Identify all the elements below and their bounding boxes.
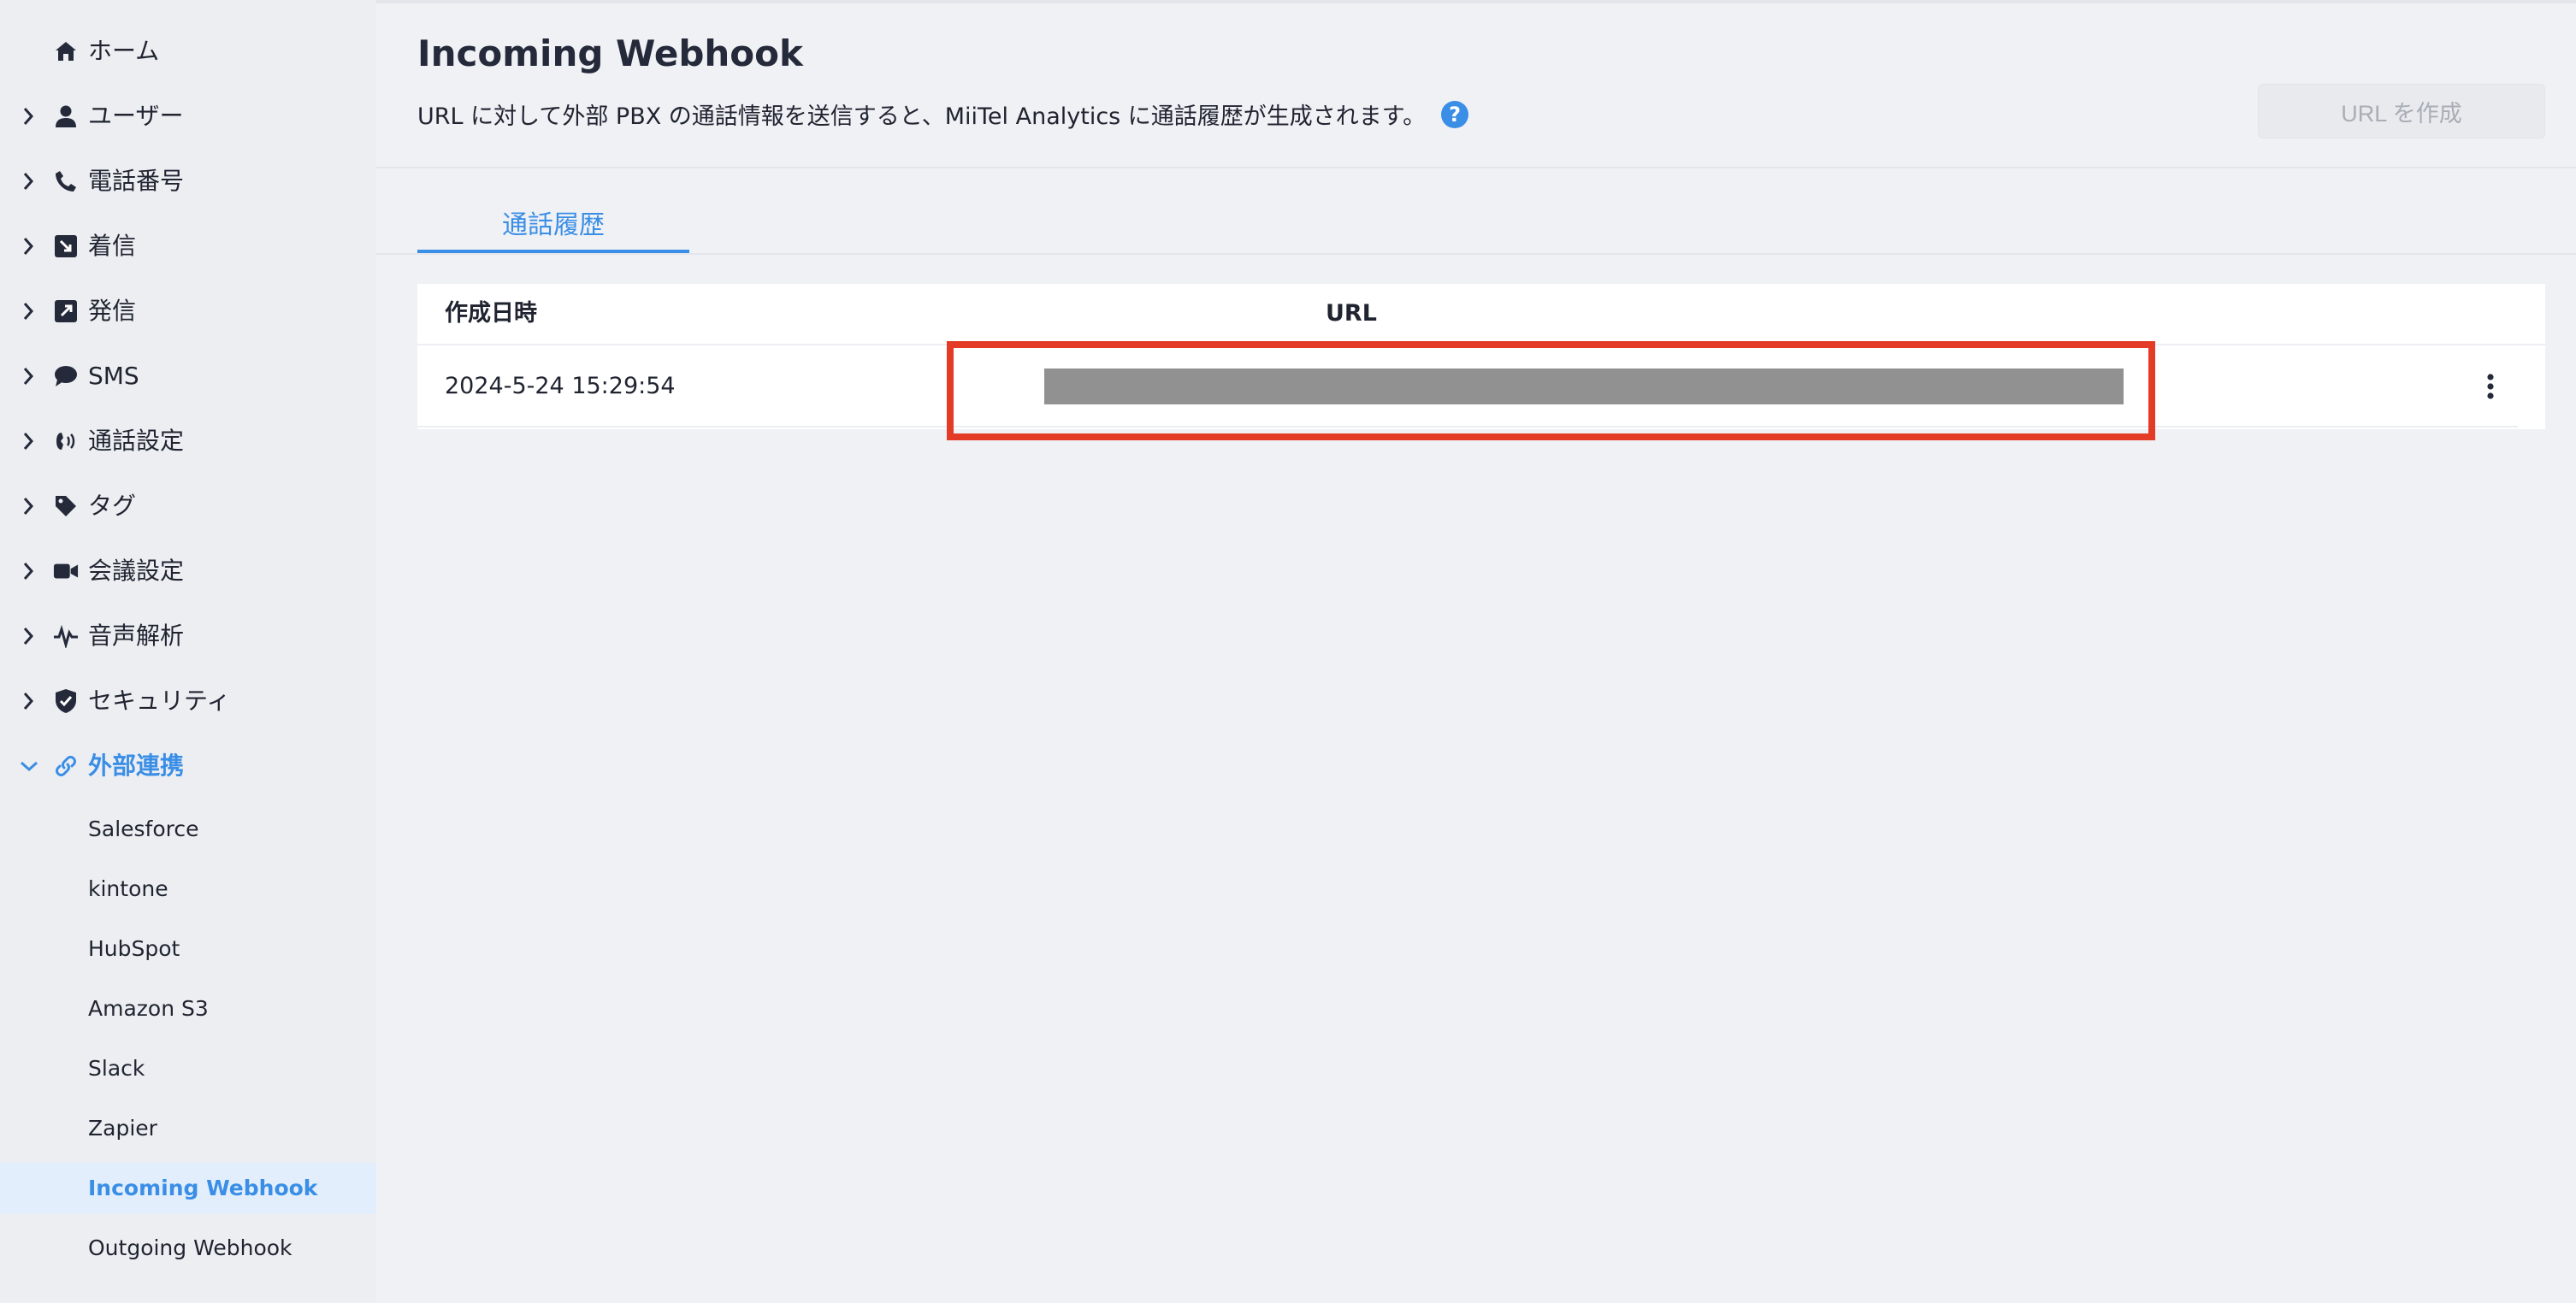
sidebar-item-meeting-settings[interactable]: 会議設定: [0, 544, 376, 598]
shield-icon: [53, 687, 79, 715]
video-camera-icon: [53, 557, 79, 585]
sidebar-subitem-incoming-webhook[interactable]: Incoming Webhook: [0, 1163, 376, 1214]
sidebar-item-outgoing[interactable]: 発信: [0, 284, 376, 339]
sidebar-subitem-label: Slack: [88, 1056, 145, 1081]
sidebar-item-users[interactable]: ユーザー: [0, 89, 376, 144]
sidebar-item-sms[interactable]: SMS: [0, 349, 376, 404]
sidebar-item-label: セキュリティ: [88, 687, 231, 715]
sidebar-subitem-hubspot[interactable]: HubSpot: [0, 923, 376, 975]
sidebar-subitem-label: Outgoing Webhook: [88, 1235, 292, 1260]
highlight-box: [947, 341, 2155, 440]
sidebar-item-label: 外部連携: [88, 752, 185, 780]
sidebar-item-label: 着信: [88, 232, 137, 260]
tab-bar: 通話履歴: [376, 168, 2576, 255]
sidebar-item-label: ホーム: [88, 37, 160, 65]
chevron-right-icon[interactable]: [19, 559, 39, 583]
home-icon: [53, 38, 79, 65]
create-url-button[interactable]: URL を作成: [2258, 84, 2545, 139]
incoming-call-icon: [53, 233, 79, 260]
main-content: Incoming Webhook URL に対して外部 PBX の通話情報を送信…: [376, 0, 2576, 1303]
question-circle-icon[interactable]: ?: [1441, 100, 1469, 128]
sidebar-subitem-label: kintone: [88, 876, 168, 901]
sidebar-subitem-kintone[interactable]: kintone: [0, 864, 376, 915]
chevron-right-icon[interactable]: [19, 494, 39, 518]
waveform-icon: [53, 622, 79, 650]
user-icon: [53, 103, 79, 130]
sidebar: ホーム ユーザー 電話番号 着信 発信 SMS 通話設定 タグ 会議設定 音声解…: [0, 0, 376, 1303]
sidebar-item-label: 会議設定: [88, 557, 185, 585]
page-description: URL に対して外部 PBX の通話情報を送信すると、MiiTel Analyt…: [417, 97, 1469, 131]
sidebar-item-integrations[interactable]: 外部連携: [0, 739, 376, 793]
sidebar-item-home[interactable]: ホーム: [0, 24, 376, 79]
sidebar-subitem-label: HubSpot: [88, 936, 180, 961]
page-title: Incoming Webhook: [417, 32, 803, 74]
sidebar-item-tags[interactable]: タグ: [0, 479, 376, 534]
more-options-icon[interactable]: [2484, 371, 2497, 402]
sidebar-item-label: ユーザー: [88, 102, 184, 130]
chevron-right-icon[interactable]: [19, 689, 39, 713]
sidebar-item-label: 発信: [88, 297, 137, 325]
chevron-right-icon[interactable]: [19, 299, 39, 323]
sidebar-item-incoming[interactable]: 着信: [0, 219, 376, 274]
tag-icon: [53, 492, 79, 520]
column-header-url: URL: [1326, 300, 1377, 327]
sidebar-subitem-label: Salesforce: [88, 817, 199, 841]
sidebar-subitem-zapier[interactable]: Zapier: [0, 1103, 376, 1154]
sidebar-item-label: 音声解析: [88, 622, 185, 650]
phone-icon: [53, 168, 79, 195]
call-settings-icon: [53, 427, 79, 455]
sidebar-item-call-settings[interactable]: 通話設定: [0, 414, 376, 469]
chat-bubble-icon: [53, 363, 79, 390]
sidebar-item-label: 電話番号: [88, 167, 185, 195]
sidebar-subitem-salesforce[interactable]: Salesforce: [0, 804, 376, 855]
sidebar-item-phone-numbers[interactable]: 電話番号: [0, 154, 376, 209]
chevron-right-icon[interactable]: [19, 169, 39, 193]
chevron-down-icon[interactable]: [19, 754, 39, 778]
sidebar-item-label: 通話設定: [88, 427, 185, 455]
sidebar-item-label: SMS: [88, 362, 139, 390]
outgoing-call-icon: [53, 298, 79, 325]
chevron-right-icon[interactable]: [19, 104, 39, 128]
chevron-right-icon[interactable]: [19, 429, 39, 453]
description-text: URL に対して外部 PBX の通話情報を送信すると、MiiTel Analyt…: [417, 103, 1427, 130]
chevron-right-icon[interactable]: [19, 624, 39, 648]
sidebar-subitem-label: Incoming Webhook: [88, 1176, 318, 1200]
column-header-created-at: 作成日時: [445, 300, 537, 327]
link-icon: [53, 752, 79, 780]
tab-call-history[interactable]: 通話履歴: [417, 168, 689, 253]
sidebar-subitem-label: Amazon S3: [88, 996, 209, 1021]
chevron-right-icon[interactable]: [19, 364, 39, 388]
page-header: Incoming Webhook URL に対して外部 PBX の通話情報を送信…: [376, 0, 2576, 168]
sidebar-subitem-amazon-s3[interactable]: Amazon S3: [0, 983, 376, 1035]
created-at-cell: 2024-5-24 15:29:54: [445, 373, 676, 399]
sidebar-subitem-slack[interactable]: Slack: [0, 1043, 376, 1094]
sidebar-item-label: タグ: [88, 492, 137, 520]
chevron-right-icon[interactable]: [19, 234, 39, 258]
sidebar-subitem-outgoing-webhook[interactable]: Outgoing Webhook: [0, 1223, 376, 1274]
sidebar-item-voice-analysis[interactable]: 音声解析: [0, 609, 376, 663]
sidebar-subitem-label: Zapier: [88, 1116, 157, 1141]
sidebar-item-security[interactable]: セキュリティ: [0, 674, 376, 728]
